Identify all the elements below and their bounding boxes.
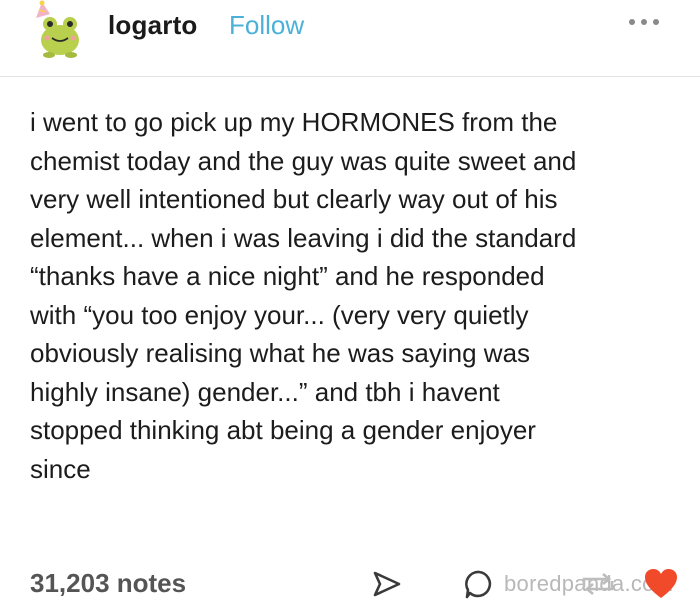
more-options-icon[interactable] xyxy=(626,12,662,32)
post-footer: 31,203 notes boredpanda.com xyxy=(0,555,700,606)
reply-icon[interactable] xyxy=(464,569,494,599)
post-body-text: i went to go pick up my HORMONES from th… xyxy=(30,107,577,484)
post-header: logarto Follow xyxy=(0,0,700,77)
follow-button[interactable]: Follow xyxy=(229,10,304,41)
share-icon[interactable] xyxy=(371,569,403,599)
frog-party-hat-icon[interactable] xyxy=(30,0,90,60)
post-card: logarto Follow i went to go pick up my H… xyxy=(0,0,700,606)
username-link[interactable]: logarto xyxy=(108,10,198,41)
heart-icon[interactable] xyxy=(643,568,679,600)
reblog-icon[interactable] xyxy=(578,569,618,599)
notes-count[interactable]: 31,203 notes xyxy=(30,568,186,599)
